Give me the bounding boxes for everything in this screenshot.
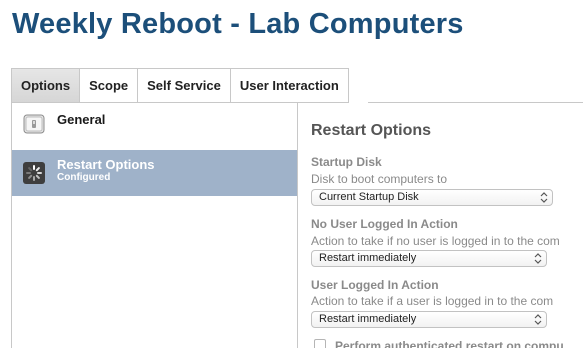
chevron-updown-icon [540, 191, 548, 204]
section-title: Restart Options [311, 122, 432, 139]
user-action-select[interactable]: Restart immediately [311, 311, 547, 328]
chevron-updown-icon [534, 313, 542, 326]
restart-options-panel: Restart Options Startup Disk Disk to boo… [297, 103, 583, 348]
tab-user-interaction[interactable]: User Interaction [230, 68, 349, 103]
no-user-action-value: Restart immediately [319, 252, 417, 264]
spinner-icon [23, 162, 45, 184]
no-user-action-description: Action to take if no user is logged in t… [311, 234, 560, 248]
auth-restart-label: Perform authenticated restart on compu [335, 339, 564, 348]
sidebar-item-label: General [57, 112, 106, 127]
user-action-value: Restart immediately [319, 313, 417, 325]
user-action-description: Action to take if a user is logged in to… [311, 294, 554, 308]
auth-restart-checkbox[interactable] [314, 339, 326, 348]
startup-disk-label: Startup Disk [311, 155, 382, 169]
page-title: Weekly Reboot - Lab Computers [12, 8, 464, 40]
startup-disk-description: Disk to boot computers to [311, 172, 448, 186]
switch-icon [23, 113, 45, 135]
sidebar-item-restart-options[interactable]: Restart Options Configured [12, 150, 297, 196]
tab-options[interactable]: Options [11, 68, 81, 103]
no-user-action-select[interactable]: Restart immediately [311, 250, 547, 267]
user-action-label: User Logged In Action [311, 278, 439, 292]
status-badge: Configured [57, 172, 111, 183]
tab-self-service[interactable]: Self Service [138, 68, 231, 103]
no-user-action-label: No User Logged In Action [311, 217, 458, 231]
sidebar-item-general[interactable]: General [12, 103, 297, 149]
tab-scope[interactable]: Scope [80, 68, 139, 103]
sidebar: General Restart Options Configured [11, 103, 298, 348]
startup-disk-select[interactable]: Current Startup Disk [311, 189, 553, 206]
sidebar-item-label: Restart Options [57, 157, 155, 172]
chevron-updown-icon [534, 252, 542, 265]
startup-disk-value: Current Startup Disk [319, 191, 419, 203]
tab-bar: Options Scope Self Service User Interact… [11, 68, 349, 103]
